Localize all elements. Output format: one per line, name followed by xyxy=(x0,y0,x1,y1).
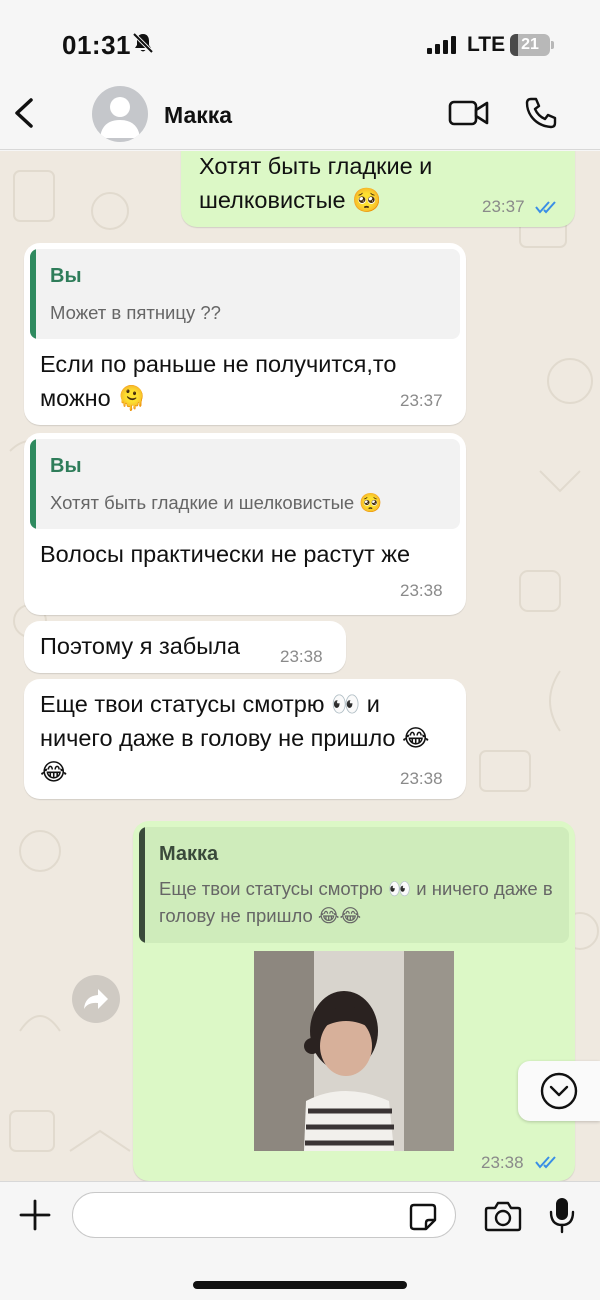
video-call-icon[interactable] xyxy=(448,98,490,128)
contact-name[interactable]: Макка xyxy=(164,102,232,129)
reply-quote[interactable]: Вы Хотят быть гладкие и шелковистые 🥺 xyxy=(30,439,460,529)
avatar[interactable] xyxy=(92,86,148,142)
read-ticks-icon xyxy=(535,1156,556,1169)
message-time: 23:38 xyxy=(481,1153,524,1172)
back-chevron-icon[interactable] xyxy=(12,96,36,130)
message-bubble-incoming[interactable]: Вы Может в пятницу ?? Если по раньше не … xyxy=(24,243,466,425)
quote-author: Вы xyxy=(50,455,82,477)
message-bubble-incoming[interactable]: Поэтому я забыла 23:38 xyxy=(24,621,346,673)
forward-arrow-icon xyxy=(84,989,108,1009)
reply-quote[interactable]: Макка Еще твои статусы смотрю 👀 и ничего… xyxy=(139,827,569,943)
clock: 01:31 xyxy=(62,30,131,60)
message-text: Если по раньше не получится,то можно 🫠 xyxy=(40,351,397,411)
message-composer xyxy=(0,1181,600,1300)
status-bar: 01:31 LTE 21 xyxy=(0,0,600,80)
photo-attachment[interactable] xyxy=(254,951,454,1151)
battery-icon: 21 xyxy=(510,34,554,56)
message-text: Еще твои статусы смотрю 👀 и ничего даже … xyxy=(40,691,430,785)
message-text: Волосы практически не растут же xyxy=(40,541,411,567)
message-time: 23:38 xyxy=(400,581,443,600)
bell-muted-icon xyxy=(132,32,154,54)
network-type: LTE xyxy=(467,33,506,56)
home-indicator xyxy=(193,1281,407,1289)
camera-icon[interactable] xyxy=(484,1200,522,1232)
chat-header: Макка xyxy=(0,80,600,150)
quote-text: Еще твои статусы смотрю 👀 и ничего даже … xyxy=(159,878,553,926)
chat-area[interactable]: Хотят быть гладкие и шелковистые 🥺 23:37… xyxy=(0,151,600,1181)
forward-button[interactable] xyxy=(72,975,120,1023)
microphone-icon[interactable] xyxy=(548,1196,576,1234)
message-bubble-outgoing[interactable]: Хотят быть гладкие и шелковистые 🥺 23:37 xyxy=(181,151,575,227)
read-ticks-icon xyxy=(535,201,556,214)
message-time: 23:38 xyxy=(280,647,323,666)
quote-text: Может в пятницу ?? xyxy=(50,302,221,323)
message-time: 23:37 xyxy=(482,197,525,216)
quote-author: Макка xyxy=(159,843,219,865)
avatar-placeholder-icon xyxy=(100,97,140,138)
message-bubble-incoming[interactable]: Вы Хотят быть гладкие и шелковистые 🥺 Во… xyxy=(24,433,466,615)
message-input[interactable] xyxy=(72,1192,456,1238)
signal-bars-icon xyxy=(427,36,456,54)
reply-quote[interactable]: Вы Может в пятницу ?? xyxy=(30,249,460,339)
message-text: Поэтому я забыла xyxy=(40,633,240,659)
battery-level: 21 xyxy=(521,36,539,53)
plus-icon[interactable] xyxy=(18,1198,52,1232)
phone-call-icon[interactable] xyxy=(524,96,558,130)
message-time: 23:38 xyxy=(400,769,443,788)
scroll-to-bottom-button[interactable] xyxy=(518,1061,600,1121)
chevron-down-circle-icon xyxy=(540,1072,578,1110)
photo-image xyxy=(254,951,454,1151)
message-time: 23:37 xyxy=(400,391,443,410)
quote-text: Хотят быть гладкие и шелковистые 🥺 xyxy=(50,492,383,513)
quote-author: Вы xyxy=(50,265,82,287)
message-bubble-incoming[interactable]: Еще твои статусы смотрю 👀 и ничего даже … xyxy=(24,679,466,799)
message-text: Хотят быть гладкие и шелковистые 🥺 xyxy=(199,153,433,213)
sticker-icon[interactable] xyxy=(408,1202,438,1232)
